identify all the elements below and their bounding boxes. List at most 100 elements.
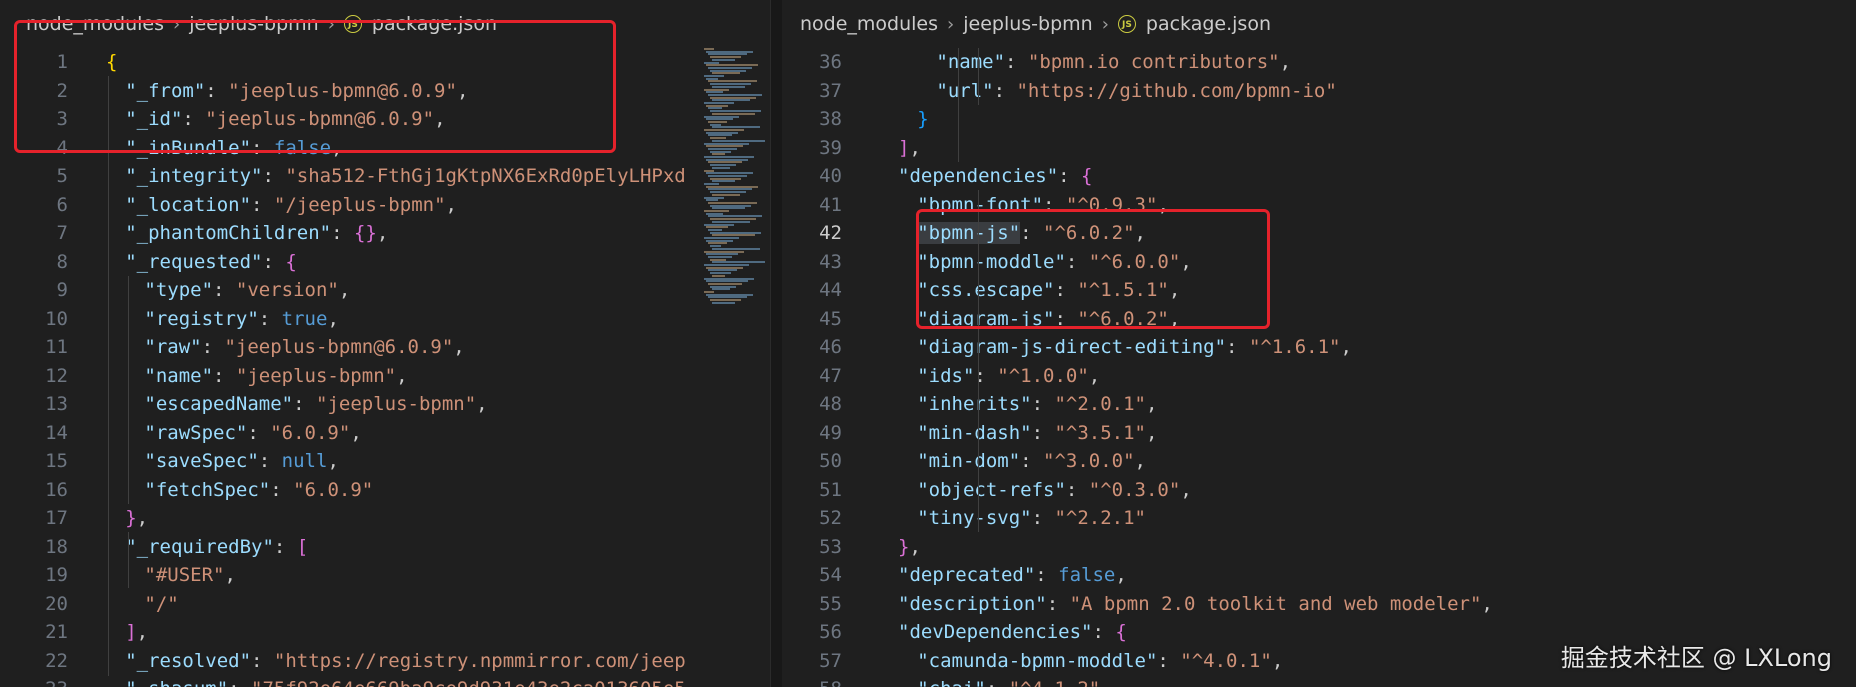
minimap-line [704,115,739,118]
minimap-line [710,204,751,207]
code-token: false [1058,564,1116,587]
code-line[interactable]: 58 "chai": "^4.1.2", [782,675,1856,687]
minimap-line [708,215,762,218]
breadcrumb-folder-jeeplus-bpmn[interactable]: jeeplus-bpmn [963,13,1092,35]
code-token: , [327,450,339,473]
code-line[interactable]: 10 "registry": true, [0,305,770,334]
code-token: "^4.0.1" [1180,649,1272,672]
code-content: "fetchSpec": "6.0.9" [106,479,373,501]
code-token: : [1031,421,1055,444]
code-line[interactable]: 16 "fetchSpec": "6.0.9" [0,476,770,505]
code-line[interactable]: 17}, [0,504,770,533]
breadcrumb: node_modules › jeeplus-bpmn › JS package… [782,0,1856,48]
code-line[interactable]: 40 "dependencies": { [782,162,1856,191]
code-line[interactable]: 37 "url": "https://github.com/bpmn-io" [782,77,1856,106]
minimap-line [706,226,728,229]
code-token: "^3.5.1" [1054,421,1146,444]
minimap-line [712,193,740,196]
minimap-line [708,296,747,299]
code-line[interactable]: 23 "_shasum": "75f92e64e669ba9ce9d931e43e… [0,675,770,687]
code-line[interactable]: 8 "_requested": { [0,248,770,277]
code-line[interactable]: 49 "min-dash": "^3.5.1", [782,419,1856,448]
js-file-icon: JS [1117,15,1136,33]
code-line[interactable]: 53}, [782,533,1856,562]
line-number: 54 [819,564,842,587]
line-number: 49 [819,421,842,444]
minimap-line [704,142,749,145]
code-token: , [476,393,488,416]
minimap-line [706,280,748,283]
code-content: "object-refs": "^0.3.0", [898,479,1192,501]
minimap[interactable] [700,48,770,308]
code-line[interactable]: 50 "min-dom": "^3.0.0", [782,447,1856,476]
code-editor[interactable]: 36 "name": "bpmn.io contributors", 37 "url"… [782,48,1856,687]
minimap-line [710,123,721,126]
code-token: "devDependencies" [898,621,1093,644]
code-token: "^2.2.1" [1054,507,1146,530]
minimap-line [704,156,754,158]
code-line[interactable]: 21], [0,618,770,647]
breadcrumb-folder-node-modules[interactable]: node_modules [800,13,938,35]
minimap-line [708,147,737,150]
code-token: } [125,507,137,530]
breadcrumb-file-package-json[interactable]: package.json [1146,13,1271,35]
minimap-line [704,129,744,131]
code-line[interactable]: 47 "ids": "^1.0.0", [782,362,1856,391]
minimap-line [712,72,740,75]
minimap-line [704,196,724,199]
minimap-line [704,48,714,50]
code-line[interactable]: 12 "name": "jeeplus-bpmn", [0,362,770,391]
line-number: 41 [819,193,842,216]
code-content: }, [106,507,148,529]
minimap-line [708,66,752,69]
code-line[interactable]: 19 "#USER", [0,561,770,590]
minimap-line [712,112,755,115]
code-content: "devDependencies": { [898,621,1127,643]
code-line[interactable]: 7 "_phantomChildren": {}, [0,219,770,248]
minimap-line [712,220,750,223]
code-token: "ids" [917,364,975,387]
code-line[interactable]: 38} [782,105,1856,134]
code-token: "_requiredBy" [125,535,274,558]
minimap-line [706,212,723,215]
code-line[interactable]: 48 "inherits": "^2.0.1", [782,390,1856,419]
minimap-line [706,253,738,256]
minimap-line [708,107,722,110]
code-content: "_requiredBy": [ [106,536,308,558]
code-line[interactable]: 13 "escapedName": "jeeplus-bpmn", [0,390,770,419]
indent-guide [128,276,129,504]
code-token: { [1081,165,1093,188]
minimap-line [712,153,725,156]
minimap-line [706,266,743,269]
code-line[interactable]: 5 "_integrity": "sha512-FthGj1gKtpNX6ExRd… [0,162,770,191]
minimap-line [712,85,745,88]
code-line[interactable]: 54 "deprecated": false, [782,561,1856,590]
line-number: 17 [45,507,68,530]
code-line[interactable]: 22 "_resolved": "https://registry.npmmirr… [0,647,770,676]
code-line[interactable]: 51 "object-refs": "^0.3.0", [782,476,1856,505]
code-token: , [350,421,362,444]
code-content: ], [106,621,148,643]
code-token: "_shasum" [125,678,228,687]
code-token: : [213,279,236,302]
code-line[interactable]: 14 "rawSpec": "6.0.9", [0,419,770,448]
code-line[interactable]: 39], [782,134,1856,163]
code-line[interactable]: 18 "_requiredBy": [ [0,533,770,562]
code-content: "deprecated": false, [898,564,1127,586]
code-line[interactable]: 46 "diagram-js-direct-editing": "^1.6.1", [782,333,1856,362]
code-line[interactable]: 11 "raw": "jeeplus-bpmn@6.0.9", [0,333,770,362]
minimap-line [712,99,750,102]
line-number: 48 [819,393,842,416]
code-line[interactable]: 52 "tiny-svg": "^2.2.1" [782,504,1856,533]
code-line[interactable]: 6 "_location": "/jeeplus-bpmn", [0,191,770,220]
code-line[interactable]: 20 "/" [0,590,770,619]
minimap-line [710,110,761,113]
code-line[interactable]: 36 "name": "bpmn.io contributors", [782,48,1856,77]
code-line[interactable]: 9 "type": "version", [0,276,770,305]
minimap-line [708,161,742,164]
code-token: , [1279,51,1292,74]
minimap-line [706,199,718,202]
code-line[interactable]: 55 "description": "A bpmn 2.0 toolkit and… [782,590,1856,619]
code-line[interactable]: 15 "saveSpec": null, [0,447,770,476]
code-content: "_location": "/jeeplus-bpmn", [106,194,457,216]
